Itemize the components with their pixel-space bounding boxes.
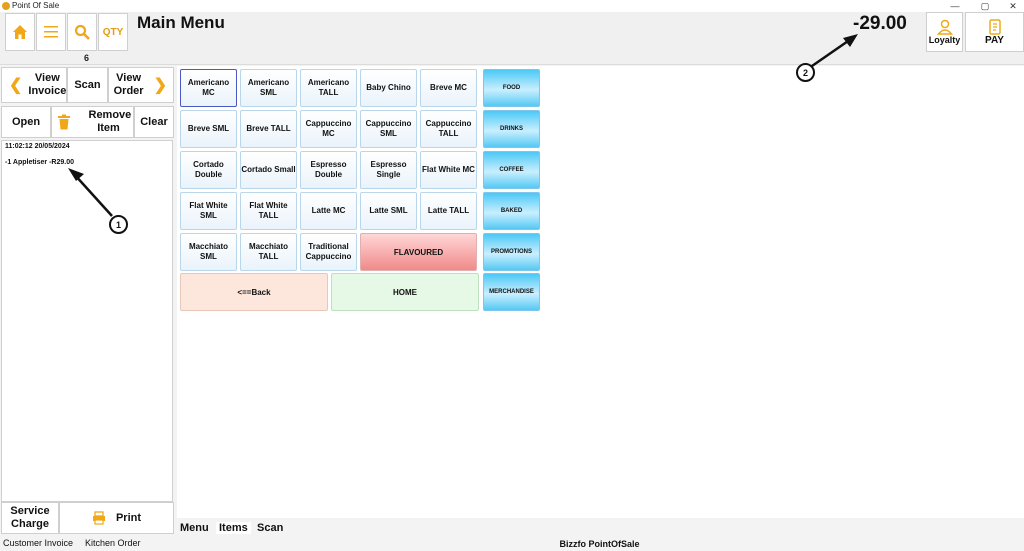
category-merchandise[interactable]: MERCHANDISE bbox=[483, 273, 540, 311]
receipt-timestamp: 11:02:12 20/05/2024 bbox=[5, 143, 70, 150]
search-button[interactable] bbox=[67, 13, 97, 51]
tab-items[interactable]: Items bbox=[216, 522, 251, 534]
service-charge-button[interactable]: Service Charge bbox=[1, 502, 59, 534]
print-button[interactable]: Print bbox=[59, 502, 174, 534]
category-coffee[interactable]: COFFEE bbox=[483, 151, 540, 189]
item-espresso-double[interactable]: Espresso Double bbox=[300, 151, 357, 189]
clear-button[interactable]: Clear bbox=[134, 106, 174, 138]
qty-label: QTY bbox=[102, 26, 124, 38]
view-invoice-button[interactable]: ❮ View Invoice bbox=[1, 67, 67, 103]
scan-button[interactable]: Scan bbox=[67, 67, 108, 103]
tab-scan[interactable]: Scan bbox=[257, 522, 283, 534]
order-panel: ❮ View Invoice Scan View Order ❯ Open Re… bbox=[0, 66, 175, 534]
loyalty-label: Loyalty bbox=[928, 35, 961, 45]
item-traditional-cappuccino[interactable]: Traditional Cappuccino bbox=[300, 233, 357, 271]
item-cappuccino-tall[interactable]: Cappuccino TALL bbox=[420, 110, 477, 148]
item-latte-mc[interactable]: Latte MC bbox=[300, 192, 357, 230]
open-label: Open bbox=[11, 115, 41, 128]
item-cortado-small[interactable]: Cortado Small bbox=[240, 151, 297, 189]
remove-item-label: Remove Item bbox=[88, 109, 132, 134]
annotation-callout-2: 2 bbox=[796, 63, 815, 82]
home-icon bbox=[13, 25, 27, 39]
item-cortado-double[interactable]: Cortado Double bbox=[180, 151, 237, 189]
window-title: Point Of Sale bbox=[12, 1, 60, 10]
view-order-button[interactable]: View Order ❯ bbox=[108, 67, 174, 103]
open-button[interactable]: Open bbox=[1, 106, 51, 138]
item-latte-tall[interactable]: Latte TALL bbox=[420, 192, 477, 230]
tab-kitchen-order[interactable]: Kitchen Order bbox=[85, 538, 141, 548]
item-flat-white-tall[interactable]: Flat White TALL bbox=[240, 192, 297, 230]
item-cappuccino-sml[interactable]: Cappuccino SML bbox=[360, 110, 417, 148]
item-flat-white-sml[interactable]: Flat White SML bbox=[180, 192, 237, 230]
item-cappuccino-mc[interactable]: Cappuccino MC bbox=[300, 110, 357, 148]
category-baked[interactable]: BAKED bbox=[483, 192, 540, 230]
order-total: -29.00 bbox=[853, 13, 907, 34]
loyalty-icon bbox=[936, 19, 953, 35]
item-flat-white-mc[interactable]: Flat White MC bbox=[420, 151, 477, 189]
view-invoice-label: View Invoice bbox=[28, 72, 67, 97]
view-order-label: View Order bbox=[113, 72, 144, 97]
home-menu-button[interactable]: HOME bbox=[331, 273, 479, 311]
window-titlebar: Point Of Sale — ▢ ✕ bbox=[0, 0, 1024, 12]
annotation-callout-1: 1 bbox=[109, 215, 128, 234]
qty-button[interactable]: QTY bbox=[98, 13, 128, 51]
category-drinks[interactable]: DRINKS bbox=[483, 110, 540, 148]
minimize-button[interactable]: — bbox=[944, 0, 966, 12]
print-label: Print bbox=[115, 511, 142, 524]
service-charge-label: Service Charge bbox=[10, 505, 50, 530]
scan-label: Scan bbox=[74, 78, 101, 91]
item-baby-chino[interactable]: Baby Chino bbox=[360, 69, 417, 107]
remove-item-button[interactable]: Remove Item bbox=[51, 106, 134, 138]
item-macchiato-tall[interactable]: Macchiato TALL bbox=[240, 233, 297, 271]
item-macchiato-sml[interactable]: Macchiato SML bbox=[180, 233, 237, 271]
back-button[interactable]: <==Back bbox=[180, 273, 328, 311]
print-icon bbox=[92, 511, 105, 525]
menu-button[interactable] bbox=[36, 13, 66, 51]
item-americano-mc[interactable]: Americano MC bbox=[180, 69, 237, 107]
menu-grid: Americano MC Americano SML Americano TAL… bbox=[177, 66, 1024, 518]
receipt-line[interactable]: -1 Appletiser -R29.00 bbox=[5, 159, 74, 166]
pay-icon bbox=[988, 18, 1001, 35]
app-icon bbox=[2, 2, 10, 10]
item-latte-sml[interactable]: Latte SML bbox=[360, 192, 417, 230]
category-food[interactable]: FOOD bbox=[483, 69, 540, 107]
chevron-right-icon[interactable]: ❯ bbox=[154, 77, 167, 93]
maximize-button[interactable]: ▢ bbox=[974, 0, 996, 12]
page-title: Main Menu bbox=[137, 13, 225, 32]
left-bottom-tabs: Customer Invoice Kitchen Order bbox=[0, 536, 175, 551]
tab-menu[interactable]: Menu bbox=[180, 522, 209, 534]
tab-customer-invoice[interactable]: Customer Invoice bbox=[3, 538, 73, 548]
main-tabs: Menu Items Scan bbox=[177, 519, 1024, 536]
home-button[interactable] bbox=[5, 13, 35, 51]
top-toolbar: QTY 6 Main Menu -29.00 Loyalty PAY bbox=[0, 12, 1024, 65]
item-breve-sml[interactable]: Breve SML bbox=[180, 110, 237, 148]
item-breve-mc[interactable]: Breve MC bbox=[420, 69, 477, 107]
category-promotions[interactable]: PROMOTIONS bbox=[483, 233, 540, 271]
chevron-left-icon[interactable]: ❮ bbox=[9, 77, 22, 93]
close-button[interactable]: ✕ bbox=[1002, 0, 1024, 12]
trash-icon bbox=[57, 114, 70, 130]
flavoured-button[interactable]: FLAVOURED bbox=[360, 233, 477, 271]
status-bar: Bizzfo PointOfSale bbox=[175, 537, 1024, 551]
item-breve-tall[interactable]: Breve TALL bbox=[240, 110, 297, 148]
item-americano-tall[interactable]: Americano TALL bbox=[300, 69, 357, 107]
menu-icon bbox=[44, 26, 58, 38]
clear-label: Clear bbox=[140, 115, 168, 128]
receipt-view: 11:02:12 20/05/2024 -1 Appletiser -R29.0… bbox=[1, 140, 173, 502]
pay-button[interactable]: PAY bbox=[965, 12, 1024, 52]
loyalty-button[interactable]: Loyalty bbox=[926, 12, 963, 52]
item-espresso-single[interactable]: Espresso Single bbox=[360, 151, 417, 189]
search-icon bbox=[74, 24, 90, 40]
pay-label: PAY bbox=[985, 34, 1004, 46]
item-counter: 6 bbox=[84, 53, 90, 63]
item-americano-sml[interactable]: Americano SML bbox=[240, 69, 297, 107]
